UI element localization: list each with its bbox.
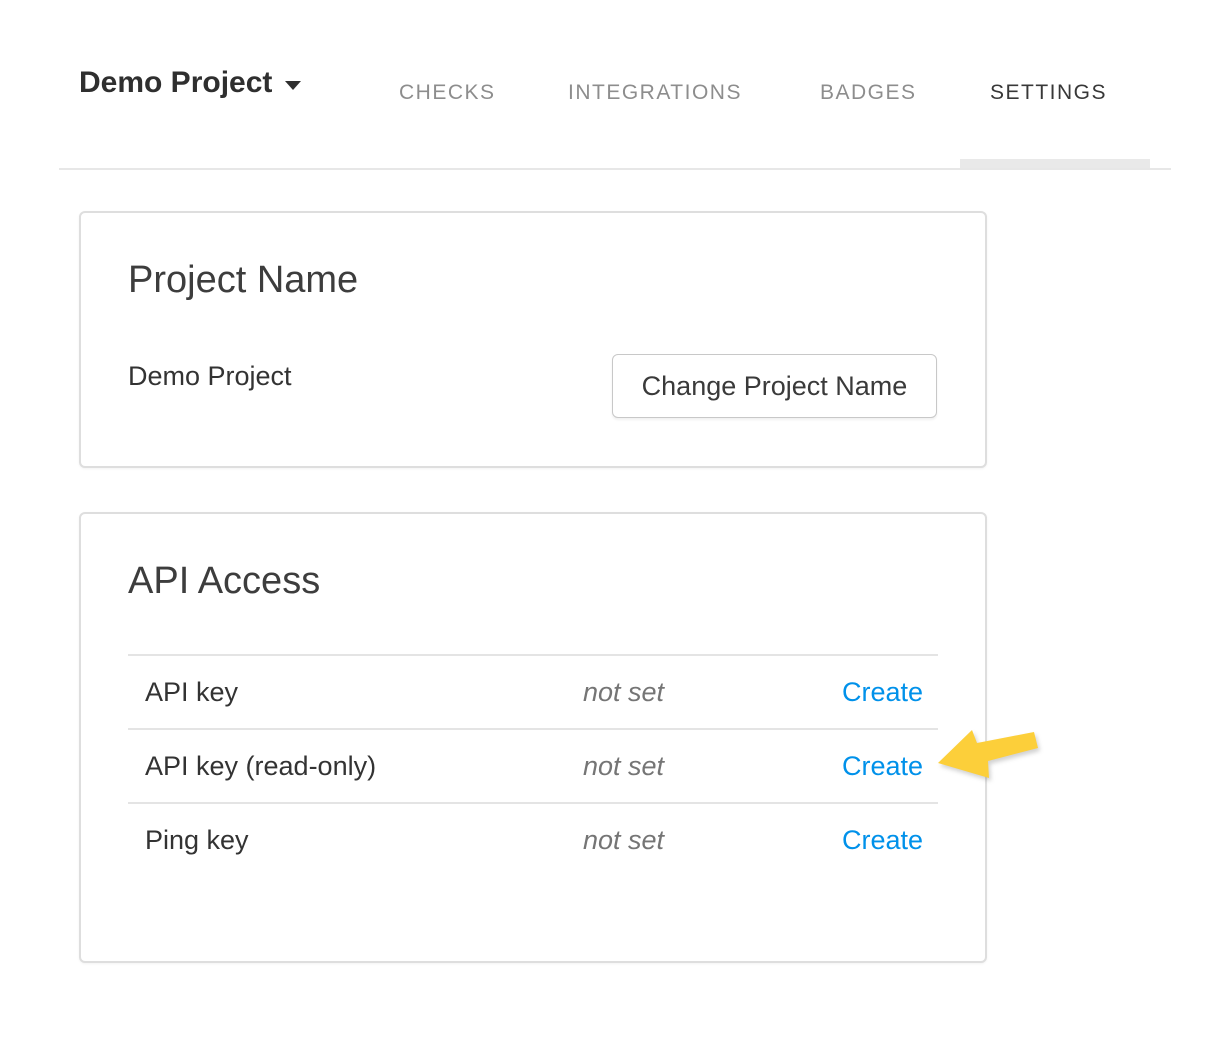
create-api-key-read-only-link[interactable]: Create bbox=[842, 751, 938, 782]
current-project-name: Demo Project bbox=[128, 360, 292, 392]
tab-badges[interactable]: BADGES bbox=[820, 82, 917, 103]
api-access-card: API Access API key not set Create API ke… bbox=[79, 512, 987, 963]
api-key-row: API key not set Create bbox=[128, 654, 938, 728]
create-ping-key-link[interactable]: Create bbox=[842, 825, 938, 856]
project-name-card: Project Name Demo Project Change Project… bbox=[79, 211, 987, 468]
api-key-read-only-value: not set bbox=[583, 751, 838, 782]
ping-key-row: Ping key not set Create bbox=[128, 802, 938, 876]
tab-integrations[interactable]: INTEGRATIONS bbox=[568, 82, 742, 103]
api-key-label: API key bbox=[128, 677, 583, 708]
api-access-card-title: API Access bbox=[128, 559, 320, 603]
api-key-value: not set bbox=[583, 677, 838, 708]
chevron-down-icon bbox=[285, 81, 301, 90]
header-divider bbox=[59, 168, 1171, 170]
project-name-card-title: Project Name bbox=[128, 258, 358, 302]
change-project-name-button[interactable]: Change Project Name bbox=[612, 354, 937, 418]
api-key-read-only-label: API key (read-only) bbox=[128, 751, 583, 782]
api-key-read-only-row: API key (read-only) not set Create bbox=[128, 728, 938, 802]
project-settings-page: Demo Project CHECKS INTEGRATIONS BADGES … bbox=[0, 0, 1220, 1059]
project-switcher[interactable]: Demo Project bbox=[79, 68, 301, 98]
ping-key-label: Ping key bbox=[128, 825, 583, 856]
tab-settings[interactable]: SETTINGS bbox=[990, 82, 1107, 103]
project-title: Demo Project bbox=[79, 68, 272, 98]
tab-checks[interactable]: CHECKS bbox=[399, 82, 496, 103]
api-keys-table: API key not set Create API key (read-onl… bbox=[128, 654, 938, 876]
create-api-key-link[interactable]: Create bbox=[842, 677, 938, 708]
ping-key-value: not set bbox=[583, 825, 838, 856]
